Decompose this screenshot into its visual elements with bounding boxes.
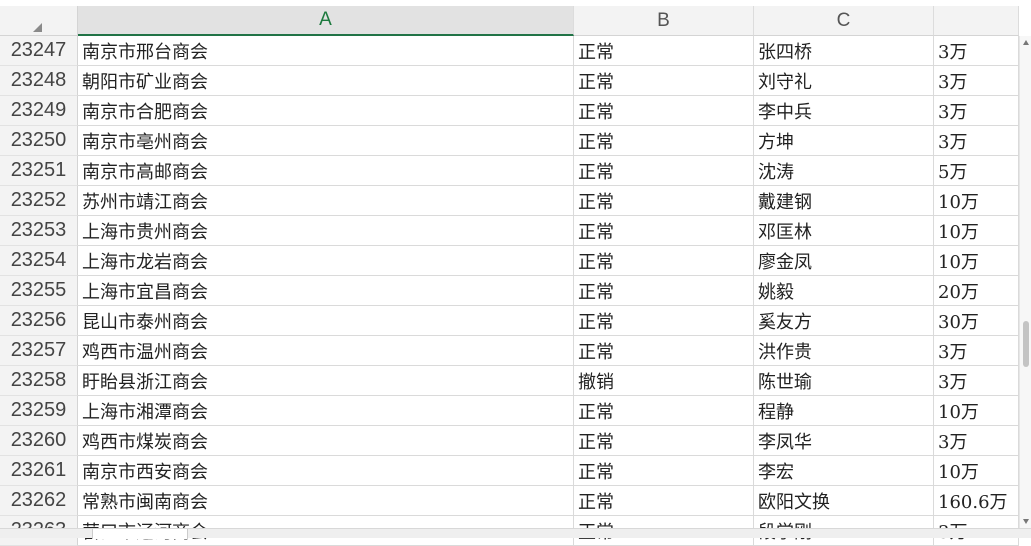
cell-b[interactable]: 正常 [574,216,754,246]
row-header[interactable]: 23248 [0,66,78,96]
cell-d[interactable]: 20万 [934,276,1019,306]
cell-a[interactable]: 南京市亳州商会 [78,126,574,156]
sheet-tab-bar [0,528,1031,539]
row-header[interactable]: 23262 [0,486,78,516]
column-header-a[interactable]: A [78,6,574,36]
cell-b[interactable]: 正常 [574,276,754,306]
cell-d[interactable]: 3万 [934,96,1019,126]
row-header[interactable]: 23250 [0,126,78,156]
cell-c[interactable]: 洪作贵 [754,336,934,366]
scroll-down-arrow-icon[interactable] [1023,519,1029,524]
row-header[interactable]: 23254 [0,246,78,276]
cell-d[interactable]: 10万 [934,456,1019,486]
cell-d[interactable]: 3万 [934,66,1019,96]
cell-d[interactable]: 3万 [934,126,1019,156]
cell-c[interactable]: 陈世瑜 [754,366,934,396]
cell-a[interactable]: 南京市高邮商会 [78,156,574,186]
row-header[interactable]: 23260 [0,426,78,456]
select-all-corner[interactable] [0,6,78,36]
row-header[interactable]: 23257 [0,336,78,366]
cell-b[interactable]: 正常 [574,456,754,486]
cell-b[interactable]: 正常 [574,156,754,186]
cell-c[interactable]: 张四桥 [754,36,934,66]
cell-b[interactable]: 正常 [574,186,754,216]
cell-d[interactable]: 3万 [934,366,1019,396]
cell-d[interactable]: 10万 [934,396,1019,426]
cell-c[interactable]: 刘守礼 [754,66,934,96]
cell-c[interactable]: 李凤华 [754,426,934,456]
cell-c[interactable]: 廖金凤 [754,246,934,276]
cell-a[interactable]: 朝阳市矿业商会 [78,66,574,96]
cell-a[interactable]: 鸡西市煤炭商会 [78,426,574,456]
cell-c[interactable]: 戴建钢 [754,186,934,216]
cell-a[interactable]: 盱眙县浙江商会 [78,366,574,396]
cell-d[interactable]: 10万 [934,216,1019,246]
cell-d[interactable]: 10万 [934,246,1019,276]
cell-c[interactable]: 李宏 [754,456,934,486]
cell-c[interactable]: 李中兵 [754,96,934,126]
cell-b[interactable]: 正常 [574,96,754,126]
scrollbar-thumb[interactable] [1023,321,1029,367]
cell-c[interactable]: 姚毅 [754,276,934,306]
cell-b[interactable]: 正常 [574,246,754,276]
cell-b[interactable]: 正常 [574,336,754,366]
row-header[interactable]: 23251 [0,156,78,186]
cell-c[interactable]: 邓匡林 [754,216,934,246]
cell-d[interactable]: 3万 [934,36,1019,66]
cell-b[interactable]: 正常 [574,426,754,456]
vertical-scrollbar[interactable] [1019,36,1031,528]
cell-a[interactable]: 上海市宜昌商会 [78,276,574,306]
cell-c[interactable]: 奚友方 [754,306,934,336]
cell-b[interactable]: 正常 [574,66,754,96]
row-header[interactable]: 23247 [0,36,78,66]
cell-b[interactable]: 正常 [574,36,754,66]
cell-b[interactable]: 正常 [574,396,754,426]
cell-a[interactable]: 南京市合肥商会 [78,96,574,126]
cell-a[interactable]: 南京市邢台商会 [78,36,574,66]
cell-b[interactable]: 正常 [574,486,754,516]
scroll-up-arrow-icon[interactable] [1023,40,1029,45]
row-header[interactable]: 23255 [0,276,78,306]
cell-a[interactable]: 上海市贵州商会 [78,216,574,246]
cell-d[interactable]: 160.6万 [934,486,1019,516]
cell-a[interactable]: 苏州市靖江商会 [78,186,574,216]
cell-d[interactable]: 30万 [934,306,1019,336]
cell-a[interactable]: 南京市西安商会 [78,456,574,486]
cell-d[interactable]: 5万 [934,156,1019,186]
cell-d[interactable]: 10万 [934,186,1019,216]
cell-d[interactable]: 3万 [934,426,1019,456]
cell-b[interactable]: 正常 [574,126,754,156]
cell-c[interactable]: 沈涛 [754,156,934,186]
row-header[interactable]: 23249 [0,96,78,126]
cell-a[interactable]: 昆山市泰州商会 [78,306,574,336]
row-header[interactable]: 23253 [0,216,78,246]
cell-c[interactable]: 欧阳文换 [754,486,934,516]
cell-a[interactable]: 鸡西市温州商会 [78,336,574,366]
cell-b[interactable]: 正常 [574,306,754,336]
column-header-b[interactable]: B [574,6,754,36]
row-header[interactable]: 23252 [0,186,78,216]
row-header[interactable]: 23256 [0,306,78,336]
column-header-c[interactable]: C [754,6,934,36]
row-header[interactable]: 23259 [0,396,78,426]
cell-d[interactable]: 3万 [934,336,1019,366]
cell-a[interactable]: 常熟市闽南商会 [78,486,574,516]
cell-b[interactable]: 撤销 [574,366,754,396]
cell-c[interactable]: 程静 [754,396,934,426]
cell-a[interactable]: 上海市湘潭商会 [78,396,574,426]
row-header[interactable]: 23261 [0,456,78,486]
row-header[interactable]: 23258 [0,366,78,396]
cell-c[interactable]: 方坤 [754,126,934,156]
select-all-triangle-icon [33,23,42,32]
cell-a[interactable]: 上海市龙岩商会 [78,246,574,276]
column-header-d[interactable] [934,6,1019,36]
